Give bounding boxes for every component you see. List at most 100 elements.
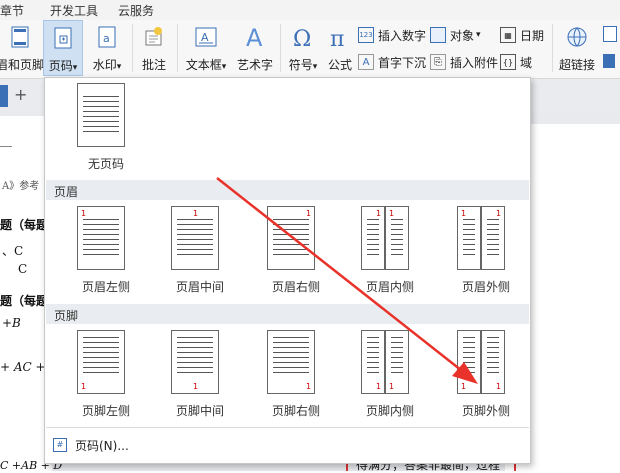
- object-dropdown-arrow: ▾: [476, 30, 481, 40]
- footer-inner-thumbnail: 1: [385, 330, 409, 394]
- header-outer-thumbnail: 1: [481, 206, 505, 270]
- ribbon-separator: [132, 24, 133, 72]
- header-footer-button[interactable]: 眉和页脚: [0, 20, 44, 76]
- comment-button[interactable]: 批注: [136, 20, 172, 76]
- svg-text:π: π: [330, 27, 344, 50]
- add-tab-button[interactable]: +: [14, 85, 27, 104]
- watermark-label: 水印: [92, 58, 117, 72]
- page-number-label: 页码: [48, 59, 73, 73]
- footer-outer-option[interactable]: 1 1 页脚外侧: [447, 330, 535, 455]
- page-margin-mark: [0, 146, 12, 147]
- footer-left-label: 页脚左侧: [81, 404, 130, 418]
- menu-chapter[interactable]: 章节: [0, 2, 24, 19]
- textbox-dropdown-arrow: ▾: [221, 62, 227, 72]
- header-inner-thumbnail: 1: [361, 206, 385, 270]
- header-right-option[interactable]: 1 页眉右侧: [257, 206, 345, 331]
- header-outer-option[interactable]: 1 1 页眉外侧: [447, 206, 535, 331]
- footer-center-option[interactable]: 1 页脚中间: [161, 330, 249, 455]
- header-inner-label: 页眉内侧: [365, 280, 414, 294]
- field-button[interactable]: {} 域: [500, 53, 532, 71]
- dropcap-icon: A: [358, 54, 374, 70]
- comment-label: 批注: [141, 58, 166, 72]
- doc-text-line: A》参考: [2, 181, 40, 192]
- footer-left-option[interactable]: 1 页脚左侧: [67, 330, 155, 455]
- header-right-thumbnail: 1: [267, 206, 315, 270]
- header-footer-icon: [9, 24, 31, 50]
- insert-number-label: 插入数字: [378, 28, 427, 43]
- menu-cloud-service[interactable]: 云服务: [118, 2, 154, 19]
- symbol-dropdown-arrow: ▾: [312, 62, 318, 72]
- menu-developer-tools[interactable]: 开发工具: [50, 2, 98, 19]
- ribbon-toolbar: 眉和页脚 页码▾ a 水印▾ 批注 A 文本框▾ A 艺术字 Ω 符号▾ π 公…: [0, 20, 620, 79]
- omega-symbol-icon: Ω: [291, 24, 315, 50]
- page-number-marker: 1: [461, 209, 467, 218]
- header-footer-label: 眉和页脚: [0, 58, 45, 72]
- page-number-button[interactable]: 页码▾: [43, 20, 83, 76]
- page-number-marker: 1: [461, 382, 467, 391]
- header-section-title: 页眉: [46, 180, 529, 200]
- page-number-marker: 1: [193, 382, 199, 391]
- page-number-marker: 1: [193, 209, 199, 218]
- insert-number-icon: 123: [358, 27, 374, 43]
- header-left-option[interactable]: 1 页眉左侧: [67, 206, 155, 331]
- header-inner-option[interactable]: 1 1 页眉内侧: [351, 206, 439, 331]
- header-outer-thumbnail: 1: [457, 206, 481, 270]
- active-tab-indicator[interactable]: [0, 85, 8, 107]
- page-number-icon: [52, 25, 74, 51]
- header-left-label: 页眉左侧: [81, 280, 130, 294]
- insert-attachment-button[interactable]: ⎘ 插入附件: [430, 53, 498, 71]
- object-button[interactable]: 对象 ▾: [430, 26, 481, 44]
- page-number-dropdown: 无页码 页眉 页脚 # 页码(N)... 1 页眉左侧 1 页脚左侧 1 页眉中间 1 页脚中…: [44, 77, 531, 464]
- header-outer-label: 页眉外侧: [461, 280, 510, 294]
- header-center-option[interactable]: 1 页眉中间: [161, 206, 249, 331]
- textbox-button[interactable]: A 文本框▾: [181, 20, 231, 76]
- hyperlink-label: 超链接: [558, 58, 595, 72]
- symbol-button[interactable]: Ω 符号▾: [284, 20, 322, 76]
- hyperlink-button[interactable]: 超链接: [556, 20, 598, 76]
- dropcap-button[interactable]: A 首字下沉: [358, 53, 426, 71]
- page-icon[interactable]: [603, 26, 617, 42]
- ribbon-separator: [552, 24, 553, 72]
- watermark-button[interactable]: a 水印▾: [88, 20, 126, 76]
- page-number-marker: 1: [376, 382, 382, 391]
- svg-text:A: A: [201, 31, 209, 44]
- page-number-settings-icon: #: [53, 438, 67, 452]
- doc-text-line: +B: [2, 316, 21, 330]
- date-button[interactable]: ▦ 日期: [500, 26, 544, 44]
- header-section-label: 页眉: [54, 185, 79, 199]
- doc-text-line: 、C: [2, 244, 24, 258]
- bookmark-icon[interactable]: [603, 54, 615, 68]
- header-left-thumbnail: 1: [77, 206, 125, 270]
- footer-right-option[interactable]: 1 页脚右侧: [257, 330, 345, 455]
- wordart-icon: A: [243, 24, 267, 50]
- page-number-marker: 1: [306, 209, 312, 218]
- header-center-label: 页眉中间: [175, 280, 224, 294]
- page-number-dropdown-arrow: ▾: [72, 63, 78, 73]
- attachment-icon: ⎘: [430, 54, 446, 70]
- page-number-marker: 1: [81, 382, 87, 391]
- dropcap-label: 首字下沉: [378, 55, 427, 70]
- ribbon-separator: [280, 24, 281, 72]
- footer-inner-option[interactable]: 1 1 页脚内侧: [351, 330, 439, 455]
- symbol-label: 符号: [288, 58, 313, 72]
- footer-right-label: 页脚右侧: [271, 404, 320, 418]
- svg-text:a: a: [103, 32, 110, 45]
- no-page-number-label: 无页码: [87, 157, 124, 171]
- object-label: 对象: [450, 28, 475, 43]
- wordart-button[interactable]: A 艺术字: [234, 20, 276, 76]
- footer-inner-thumbnail: 1: [361, 330, 385, 394]
- insert-number-button[interactable]: 123 插入数字: [358, 26, 426, 44]
- formula-button[interactable]: π 公式: [324, 20, 356, 76]
- watermark-dropdown-arrow: ▾: [116, 62, 122, 72]
- page-number-marker: 1: [376, 209, 382, 218]
- page-number-marker: 1: [389, 209, 395, 218]
- footer-center-label: 页脚中间: [175, 404, 224, 418]
- header-right-label: 页眉右侧: [271, 280, 320, 294]
- formula-label: 公式: [327, 58, 352, 72]
- header-center-thumbnail: 1: [171, 206, 219, 270]
- footer-outer-thumbnail: 1: [457, 330, 481, 394]
- footer-left-thumbnail: 1: [77, 330, 125, 394]
- svg-text:Ω: Ω: [293, 27, 311, 50]
- globe-link-icon: [565, 24, 589, 50]
- footer-inner-label: 页脚内侧: [365, 404, 414, 418]
